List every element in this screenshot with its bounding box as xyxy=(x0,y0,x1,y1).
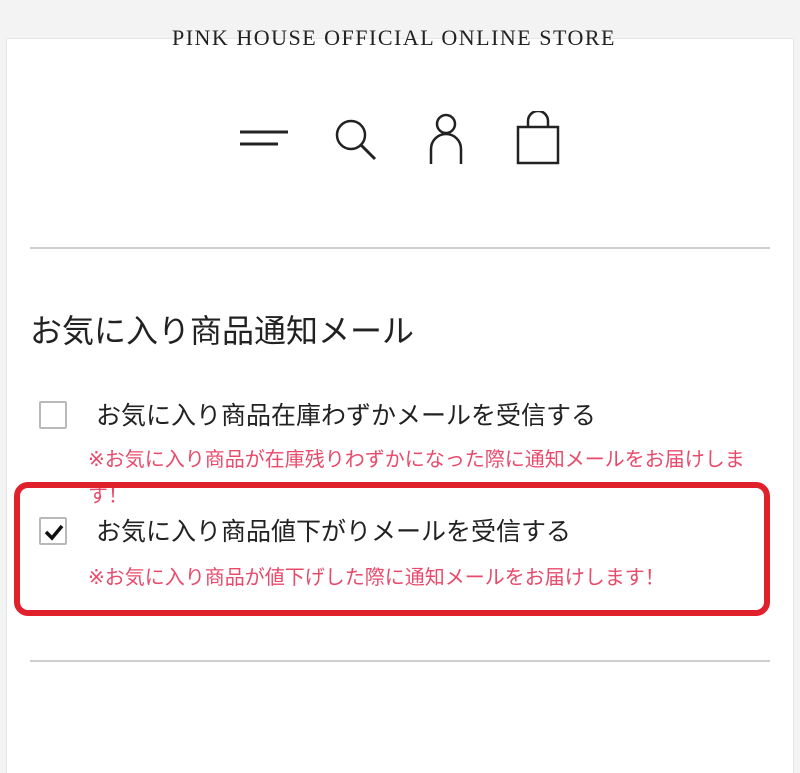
price-drop-label[interactable]: お気に入り商品値下がりメールを受信する xyxy=(96,512,571,548)
price-drop-note: ※お気に入り商品が値下げした際に通知メールをお届けします！ xyxy=(88,565,665,589)
search-icon[interactable] xyxy=(333,117,379,163)
header-icon-bar xyxy=(0,75,800,165)
stock-alert-checkbox[interactable] xyxy=(39,401,67,429)
price-drop-checkbox[interactable] xyxy=(39,517,67,545)
stock-alert-note: ※お気に入り商品が在庫残りわずかになった際に通知メールをお届けします！ xyxy=(88,447,745,507)
bottom-divider xyxy=(30,660,770,662)
store-logo[interactable]: PINK HOUSE OFFICIAL ONLINE STORE xyxy=(0,25,794,51)
section-title: お気に入り商品通知メール xyxy=(30,312,415,350)
account-icon[interactable] xyxy=(426,113,466,165)
stock-alert-label[interactable]: お気に入り商品在庫わずかメールを受信する xyxy=(96,396,596,432)
menu-icon[interactable] xyxy=(238,123,290,153)
cart-icon[interactable] xyxy=(514,111,562,165)
checkmark-icon xyxy=(44,524,64,541)
top-divider xyxy=(30,247,770,249)
